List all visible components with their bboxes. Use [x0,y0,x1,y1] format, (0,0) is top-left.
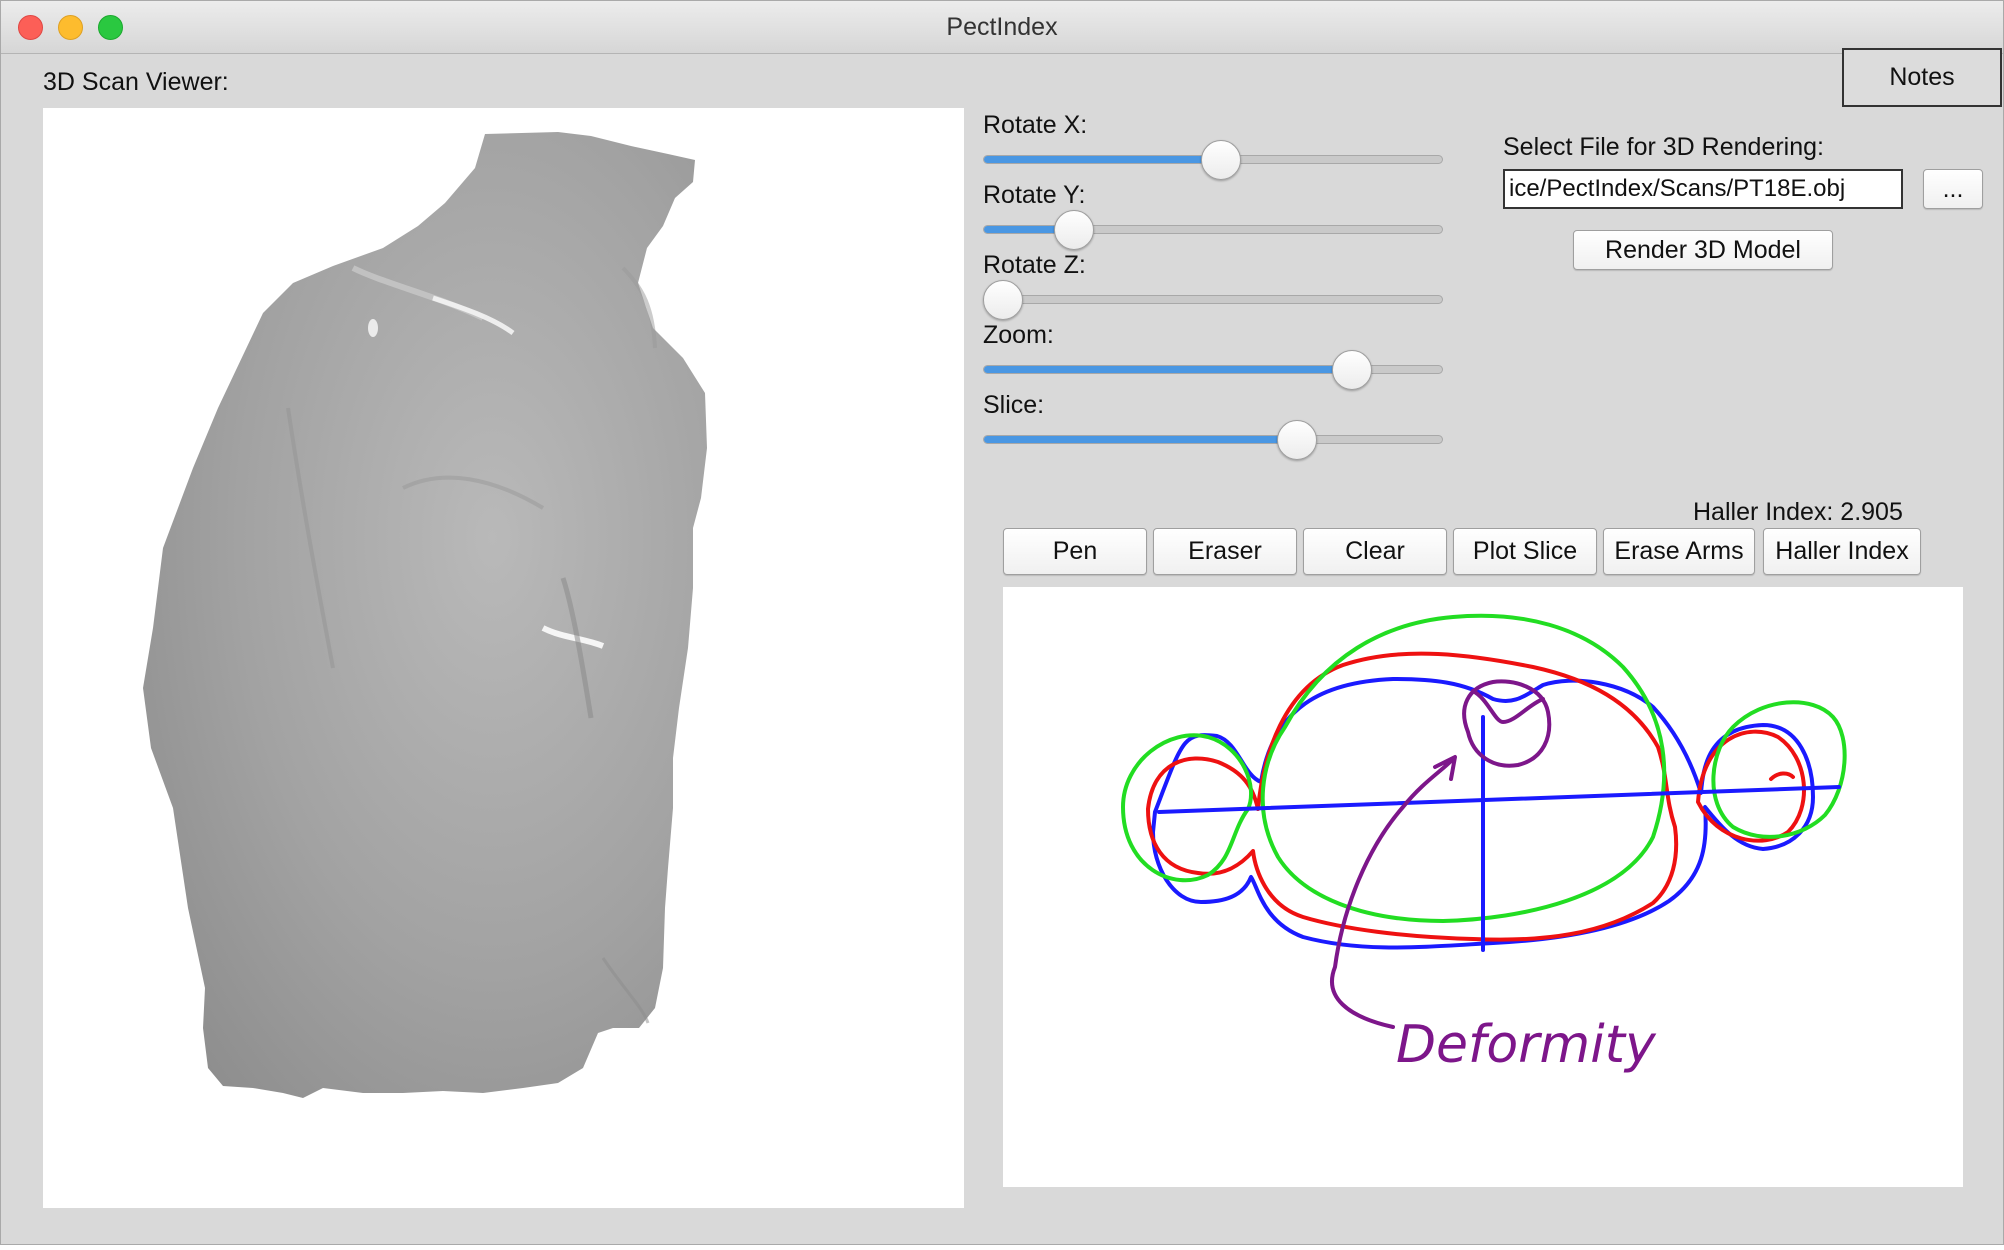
slice-label: Slice: [983,391,1045,419]
slider-thumb[interactable] [983,280,1023,320]
torso-model [143,132,707,1098]
specular-highlight [368,319,378,337]
rotate-y-slider[interactable] [983,210,1443,250]
clear-button[interactable]: Clear [1303,528,1447,575]
browse-button[interactable]: ... [1923,169,1983,209]
notes-button[interactable]: Notes [1842,48,2002,107]
rotate-y-label: Rotate Y: [983,181,1086,209]
erase-arms-button[interactable]: Erase Arms [1603,528,1755,575]
slider-fill [984,436,1305,443]
pen-button[interactable]: Pen [1003,528,1147,575]
slider-track [983,225,1443,234]
file-select-label: Select File for 3D Rendering: [1503,133,1824,161]
rotate-z-slider[interactable] [983,280,1443,320]
green-slice-contour [1260,613,1667,923]
green-right-arm-contour [1711,700,1847,839]
torso-surface [143,132,707,1098]
deformity-arrow [1330,755,1457,1029]
render-3d-model-button[interactable]: Render 3D Model [1573,230,1833,270]
red-mark [1769,771,1795,781]
rotate-x-slider[interactable] [983,140,1443,180]
slider-fill [984,156,1223,163]
slider-fill [984,226,1062,233]
slice-slider[interactable] [983,420,1443,460]
slice-plot: Deformity [1121,613,1847,1075]
slider-track [983,435,1443,444]
file-path-input[interactable] [1503,169,1903,209]
rotate-x-label: Rotate X: [983,111,1088,139]
zoom-label: Zoom: [983,321,1054,349]
viewer-label: 3D Scan Viewer: [43,68,229,96]
slider-thumb[interactable] [1201,140,1242,180]
app-window: PectIndex 3D Scan Viewer: Notes Rotate X… [0,0,2004,1245]
plot-slice-button[interactable]: Plot Slice [1453,528,1597,575]
zoom-slider[interactable] [983,350,1443,390]
slider-thumb[interactable] [1331,350,1372,390]
deformity-annotation: Deformity [1396,1015,1657,1075]
slice-drawing-canvas[interactable]: Deformity [1003,587,1963,1187]
slider-track [983,365,1443,374]
slider-fill [984,366,1365,373]
rotate-z-label: Rotate Z: [983,251,1086,279]
3d-scan-viewer[interactable] [43,108,964,1208]
slider-track [983,295,1443,304]
haller-index-button[interactable]: Haller Index [1763,528,1921,575]
eraser-button[interactable]: Eraser [1153,528,1297,575]
slider-thumb[interactable] [1054,210,1095,250]
title-bar: PectIndex [1,1,2003,54]
slider-thumb[interactable] [1277,420,1317,460]
window-title: PectIndex [946,13,1058,41]
haller-index-value: Haller Index: 2.905 [1693,498,1903,526]
